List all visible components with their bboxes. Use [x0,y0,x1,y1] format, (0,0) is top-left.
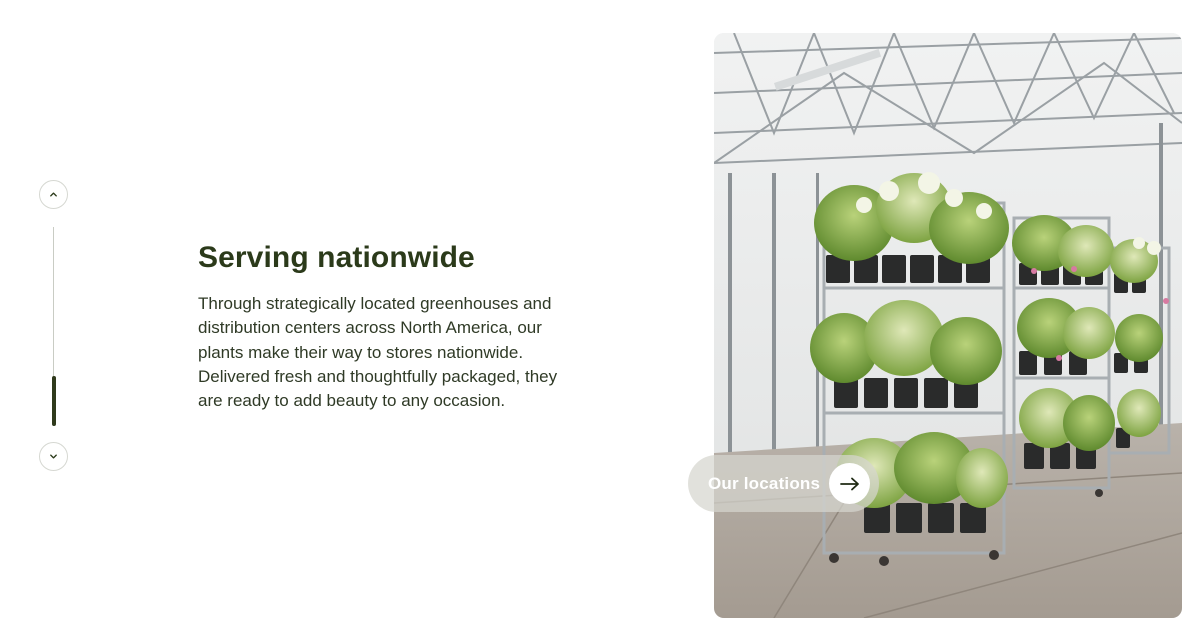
page: Serving nationwide Through strategically… [0,0,1204,640]
section-copy: Serving nationwide Through strategically… [198,238,578,413]
our-locations-button[interactable]: Our locations [688,455,879,512]
chevron-up-icon [50,192,57,197]
section-body: Through strategically located greenhouse… [198,294,558,411]
chevron-down-icon [50,454,57,459]
cta-arrow-circle [829,463,870,504]
slider-progress-indicator [52,376,56,426]
greenhouse-illustration [714,33,1182,618]
greenhouse-photo [714,33,1182,618]
cta-label: Our locations [708,473,821,493]
slide-down-button[interactable] [39,442,68,471]
slide-up-button[interactable] [39,180,68,209]
arrow-right-icon [839,477,859,490]
section-title: Serving nationwide [198,241,475,274]
